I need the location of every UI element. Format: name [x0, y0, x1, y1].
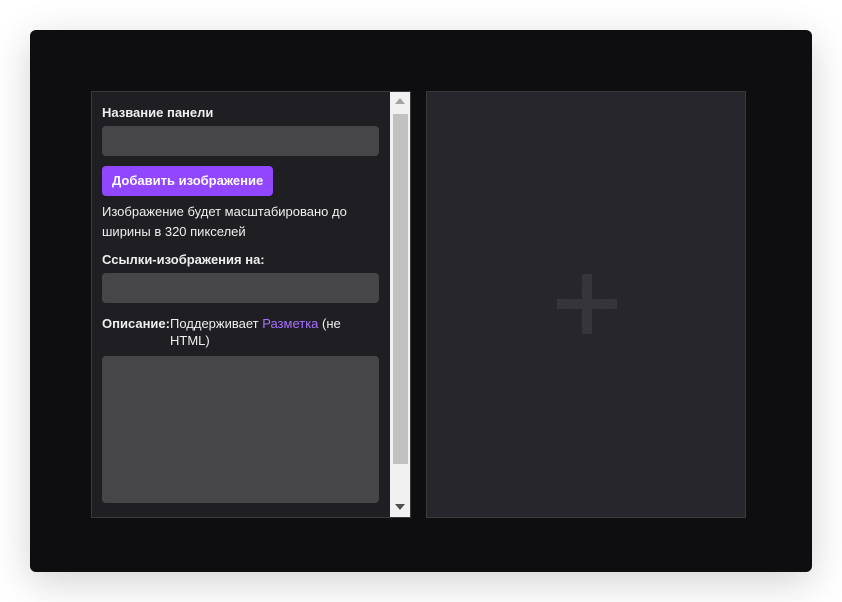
- image-size-help: Изображение будет масштабировано до шири…: [102, 204, 347, 239]
- description-hint: Поддерживает Разметка (не HTML): [170, 315, 370, 349]
- scroll-down-arrow-icon[interactable]: [395, 504, 405, 510]
- description-label: Описание:: [102, 316, 170, 331]
- scrollbar-thumb[interactable]: [393, 114, 408, 464]
- panel-edit-form: Название панели Добавить изображение Изо…: [91, 91, 411, 518]
- image-link-input[interactable]: [102, 273, 379, 303]
- description-hint-prefix: Поддерживает: [169, 316, 263, 331]
- description-header: Описание: Поддерживает Разметка (не HTML…: [102, 315, 370, 349]
- image-link-label: Ссылки-изображения на:: [102, 252, 265, 267]
- panel-title-label: Название панели: [102, 105, 214, 120]
- form-scrollbar[interactable]: [390, 92, 410, 517]
- panel-preview[interactable]: [426, 91, 746, 518]
- markdown-link[interactable]: Разметка: [262, 316, 318, 331]
- scroll-up-arrow-icon[interactable]: [395, 98, 405, 104]
- plus-icon[interactable]: [557, 274, 617, 334]
- add-image-button[interactable]: Добавить изображение: [102, 166, 274, 196]
- description-textarea[interactable]: [102, 356, 379, 503]
- panel-title-input[interactable]: [102, 126, 379, 156]
- panel-editor-window: Название панели Добавить изображение Изо…: [30, 30, 812, 572]
